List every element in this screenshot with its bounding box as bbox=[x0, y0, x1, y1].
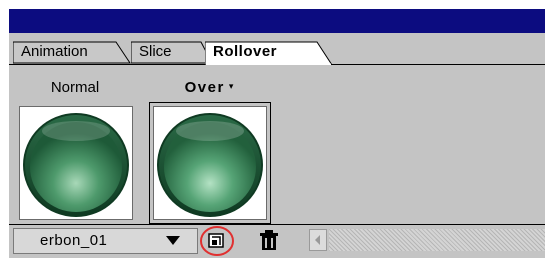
scroll-left-button[interactable] bbox=[309, 229, 327, 251]
layer-name-dropdown[interactable]: erbon_01 bbox=[13, 228, 198, 254]
state-normal-thumbnail[interactable] bbox=[19, 106, 133, 220]
chevron-down-icon bbox=[166, 236, 180, 245]
trash-icon bbox=[260, 230, 278, 250]
rollover-palette: Animation Slice Rollover Normal Over ▾ e… bbox=[9, 9, 545, 258]
tab-bar: Animation Slice Rollover bbox=[9, 33, 545, 65]
green-button-icon bbox=[157, 113, 263, 217]
rollover-states-area: Normal Over ▾ bbox=[9, 65, 545, 224]
palette-title-bar[interactable] bbox=[9, 9, 545, 33]
state-over-label[interactable]: Over ▾ bbox=[147, 79, 271, 96]
tab-slice[interactable]: Slice bbox=[131, 41, 213, 64]
chevron-left-icon bbox=[315, 235, 320, 245]
dropdown-arrow-icon[interactable]: ▾ bbox=[229, 81, 234, 91]
state-over-thumbnail[interactable] bbox=[149, 102, 271, 224]
rollover-bottom-bar: erbon_01 bbox=[9, 224, 545, 258]
delete-state-button[interactable] bbox=[257, 228, 281, 252]
state-normal-label: Normal bbox=[50, 79, 100, 96]
tab-rollover-label: Rollover bbox=[213, 43, 278, 60]
new-state-button[interactable] bbox=[199, 225, 235, 257]
new-state-icon bbox=[200, 226, 234, 256]
horizontal-scroll-track[interactable] bbox=[329, 229, 545, 251]
tab-animation-label: Animation bbox=[21, 43, 88, 60]
green-button-icon bbox=[23, 113, 129, 217]
tab-animation[interactable]: Animation bbox=[13, 41, 131, 64]
tab-slice-label: Slice bbox=[139, 43, 172, 60]
layer-name-text: erbon_01 bbox=[40, 232, 108, 249]
tab-rollover[interactable]: Rollover bbox=[205, 41, 333, 65]
